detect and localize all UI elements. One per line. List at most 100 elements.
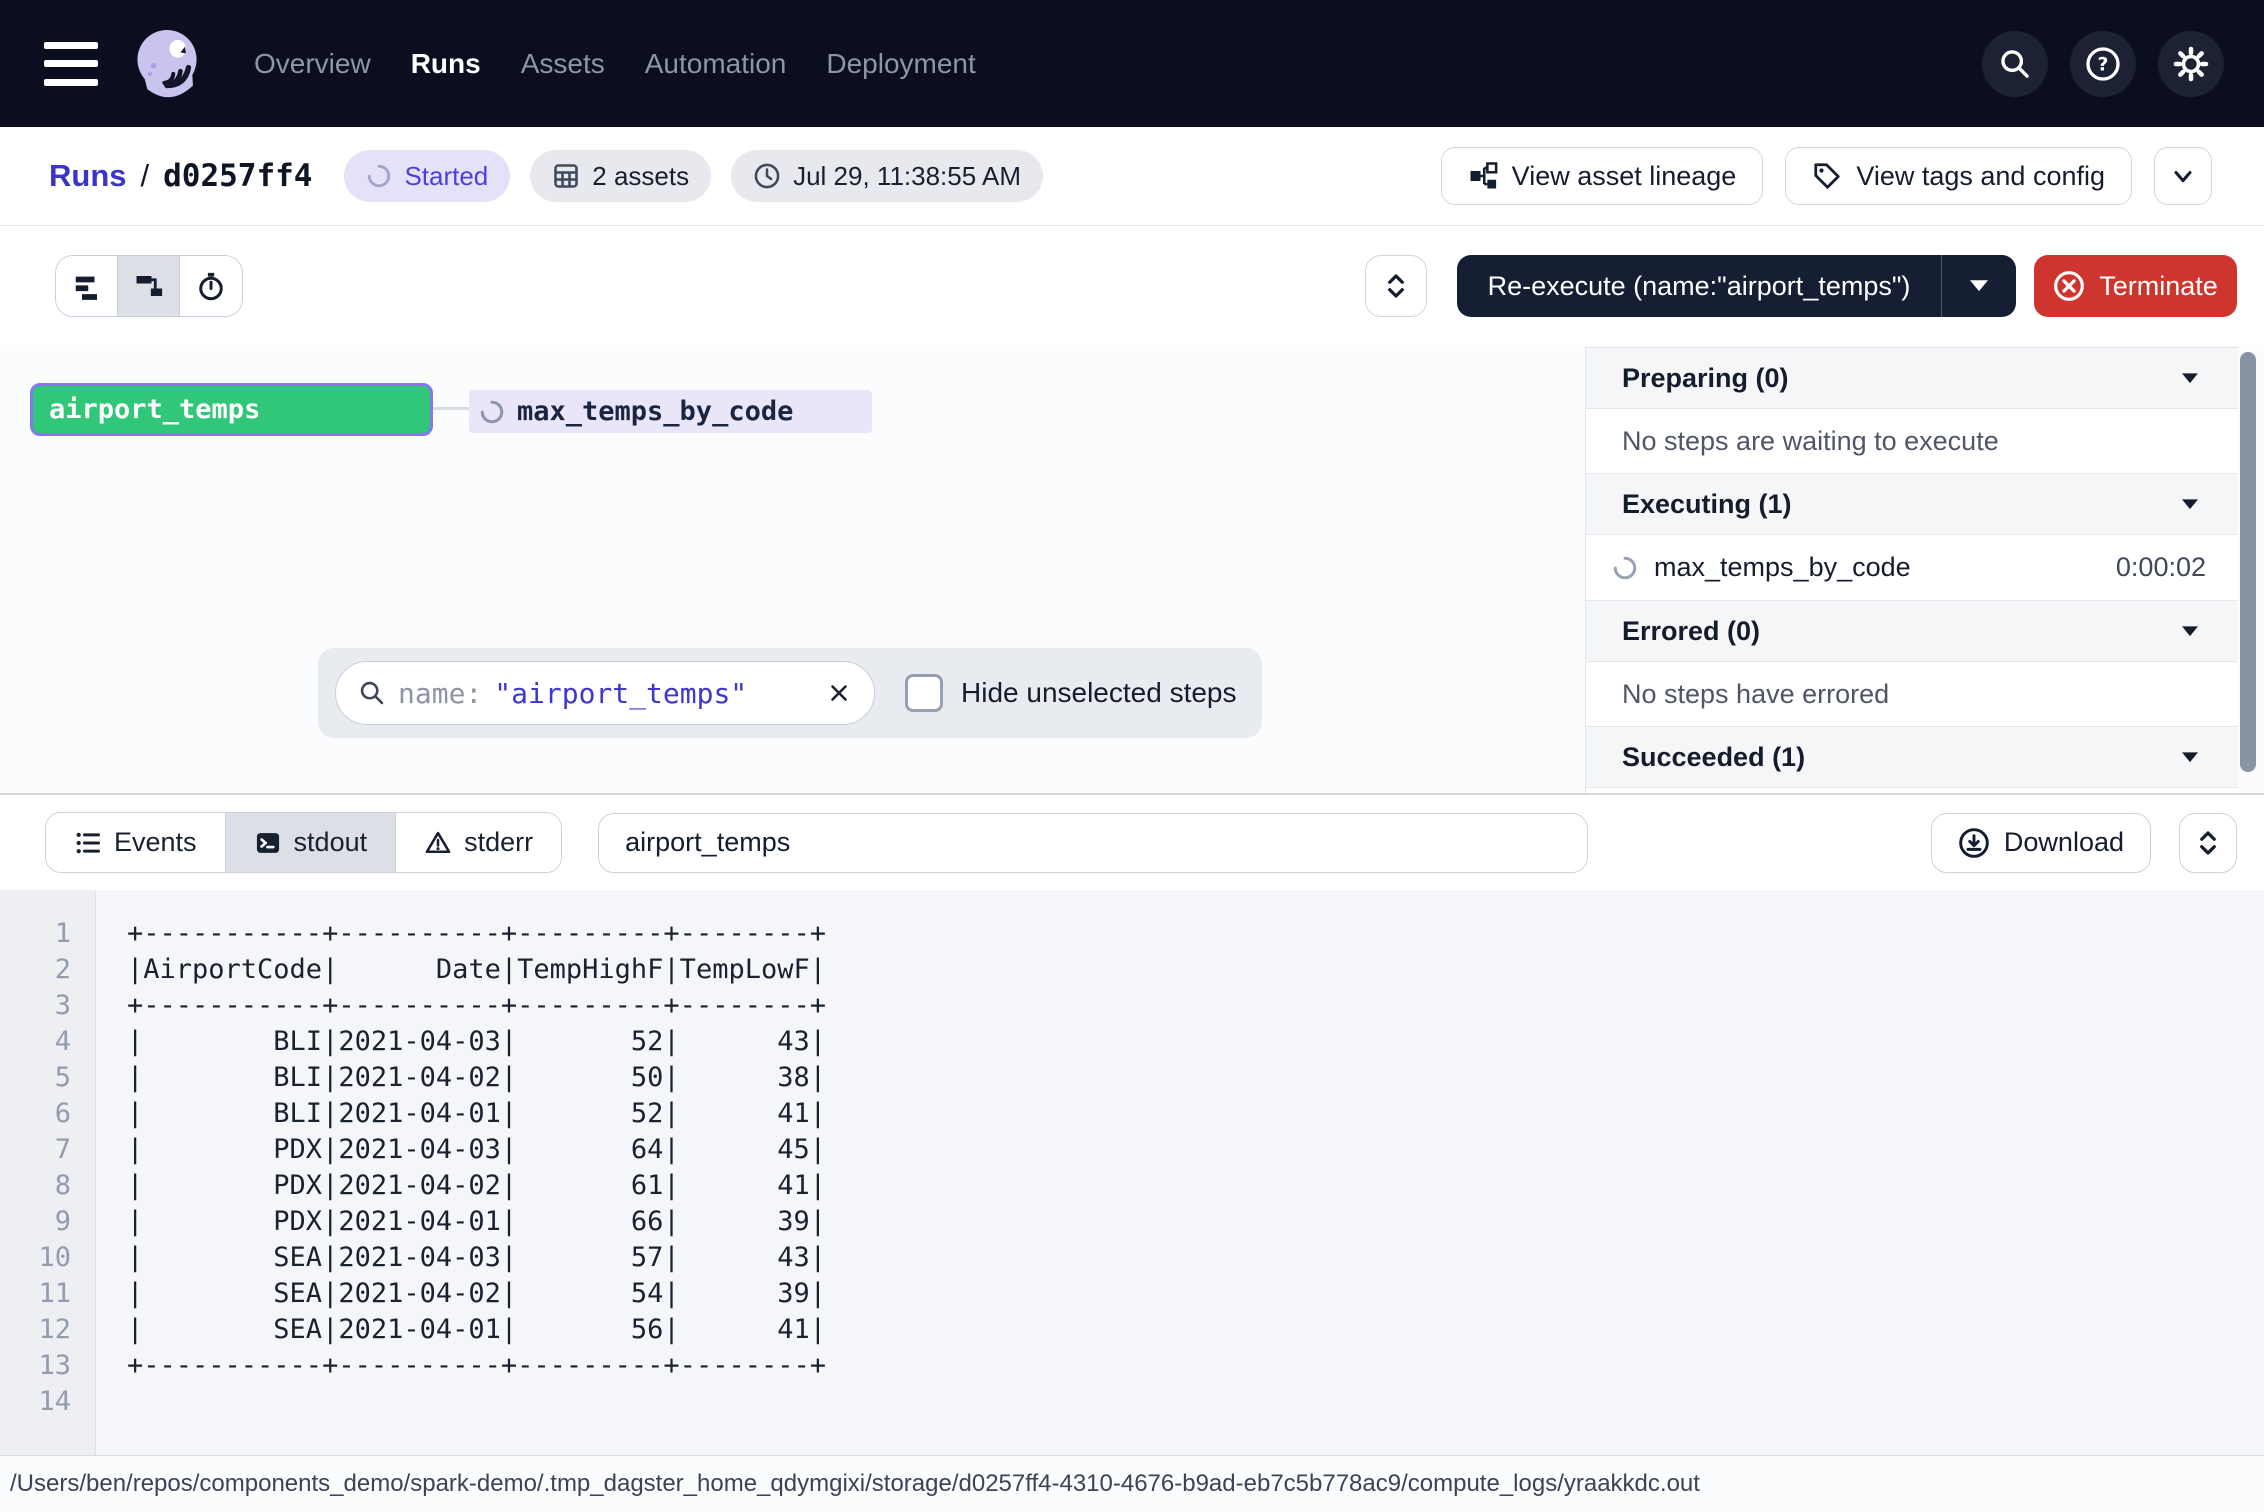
reexecute-button[interactable]: Re-execute (name:"airport_temps") <box>1457 255 2016 317</box>
search-button[interactable] <box>1982 31 2048 97</box>
list-icon <box>74 829 102 857</box>
log-line: 1+-----------+----------+---------+-----… <box>0 916 2264 952</box>
tab-stdout[interactable]: stdout <box>226 813 397 872</box>
section-preparing[interactable]: Preparing (0) <box>1586 348 2238 409</box>
hamburger-menu-icon[interactable] <box>44 42 102 86</box>
stdout-log-view[interactable]: 1+-----------+----------+---------+-----… <box>0 890 2264 1455</box>
nav-item-assets[interactable]: Assets <box>521 48 605 80</box>
graph-node-max-temps-by-code[interactable]: max_temps_by_code <box>469 390 872 433</box>
log-line: 6| BLI|2021-04-01| 52| 41| <box>0 1096 2264 1132</box>
view-asset-lineage-button[interactable]: View asset lineage <box>1441 147 1764 205</box>
search-icon <box>358 679 386 707</box>
step-filter-input[interactable]: name: "airport_temps" <box>335 661 875 725</box>
svg-text:?: ? <box>2098 54 2109 75</box>
caret-down-icon <box>1970 280 1988 292</box>
breadcrumb-runs-link[interactable]: Runs <box>49 158 127 194</box>
tag-icon <box>1812 161 1842 191</box>
nav-items: Overview Runs Assets Automation Deployme… <box>254 48 976 80</box>
caret-down-icon <box>2182 499 2198 510</box>
asset-grid-icon <box>552 162 580 190</box>
settings-button[interactable] <box>2158 31 2224 97</box>
close-icon <box>826 680 852 706</box>
nav-item-deployment[interactable]: Deployment <box>826 48 975 80</box>
chevron-down-icon <box>2169 162 2197 190</box>
log-line: 4| BLI|2021-04-03| 52| 43| <box>0 1024 2264 1060</box>
clock-icon <box>753 162 781 190</box>
steps-status-panel: Preparing (0) No steps are waiting to ex… <box>1585 347 2238 793</box>
warning-icon <box>424 829 452 857</box>
log-expand-button[interactable] <box>2179 813 2237 873</box>
nav-item-runs[interactable]: Runs <box>411 48 481 80</box>
log-tabs: Events stdout stderr <box>45 812 562 873</box>
top-nav: Overview Runs Assets Automation Deployme… <box>0 0 2264 127</box>
header-more-button[interactable] <box>2154 147 2212 205</box>
terminate-icon <box>2053 270 2085 302</box>
preparing-empty-text: No steps are waiting to execute <box>1586 409 2238 474</box>
nav-item-overview[interactable]: Overview <box>254 48 371 80</box>
search-icon <box>1998 47 2032 81</box>
view-tags-config-button[interactable]: View tags and config <box>1785 147 2132 205</box>
view-mode-waterfall-button[interactable] <box>118 256 180 316</box>
help-icon: ? <box>2085 46 2121 82</box>
terminate-button[interactable]: Terminate <box>2034 255 2237 317</box>
section-executing[interactable]: Executing (1) <box>1586 474 2238 535</box>
log-line: 5| BLI|2021-04-02| 50| 38| <box>0 1060 2264 1096</box>
hide-unselected-label: Hide unselected steps <box>961 677 1237 709</box>
section-succeeded[interactable]: Succeeded (1) <box>1586 727 2238 788</box>
log-line: 11| SEA|2021-04-02| 54| 39| <box>0 1276 2264 1312</box>
log-line: 8| PDX|2021-04-02| 61| 41| <box>0 1168 2264 1204</box>
log-line: 10| SEA|2021-04-03| 57| 43| <box>0 1240 2264 1276</box>
gear-icon <box>2173 46 2209 82</box>
assets-count-badge[interactable]: 2 assets <box>530 150 711 202</box>
timestamp-badge: Jul 29, 11:38:55 AM <box>731 150 1043 202</box>
stopwatch-icon <box>196 271 226 301</box>
reexecute-dropdown-button[interactable] <box>1942 280 2016 292</box>
hide-unselected-checkbox[interactable] <box>905 674 943 712</box>
expand-vertical-icon <box>1381 271 1411 301</box>
graph-node-airport-temps[interactable]: airport_temps <box>30 383 433 436</box>
log-line: 2|AirportCode| Date|TempHighF|TempLowF| <box>0 952 2264 988</box>
dagster-logo-icon[interactable] <box>124 21 210 107</box>
step-selector[interactable]: airport_temps <box>598 813 1588 873</box>
gantt-flat-icon <box>72 271 102 301</box>
graph-edge <box>433 407 469 410</box>
errored-empty-text: No steps have errored <box>1586 662 2238 727</box>
run-id: d0257ff4 <box>163 158 312 194</box>
log-file-path: /Users/ben/repos/components_demo/spark-d… <box>10 1470 1700 1498</box>
spinner-icon <box>479 399 505 425</box>
log-line: 14 <box>0 1384 2264 1420</box>
filter-prefix: name: <box>398 677 482 710</box>
log-line: 3+-----------+----------+---------+-----… <box>0 988 2264 1024</box>
status-badge: Started <box>344 150 510 202</box>
log-line: 12| SEA|2021-04-01| 56| 41| <box>0 1312 2264 1348</box>
log-line: 7| PDX|2021-04-03| 64| 45| <box>0 1132 2264 1168</box>
panel-scrollbar[interactable] <box>2240 352 2256 772</box>
clear-filter-button[interactable] <box>826 680 852 706</box>
help-button[interactable]: ? <box>2070 31 2136 97</box>
gantt-waterfall-icon <box>134 271 164 301</box>
elapsed-time: 0:00:02 <box>2116 552 2206 583</box>
executing-step-row[interactable]: max_temps_by_code 0:00:02 <box>1586 535 2238 601</box>
view-mode-switcher <box>55 255 243 317</box>
log-toolbar: Events stdout stderr airport_temps Downl… <box>0 795 2264 890</box>
step-filter-bar: name: "airport_temps" Hide unselected st… <box>318 648 1262 738</box>
view-mode-timer-button[interactable] <box>180 256 242 316</box>
tab-events[interactable]: Events <box>46 813 226 872</box>
caret-down-icon <box>2182 373 2198 384</box>
caret-down-icon <box>2182 626 2198 637</box>
zoom-fit-button[interactable] <box>1365 255 1427 317</box>
filter-value: "airport_temps" <box>494 677 747 710</box>
log-line: 9| PDX|2021-04-01| 66| 39| <box>0 1204 2264 1240</box>
spinner-icon <box>1612 555 1638 581</box>
section-errored[interactable]: Errored (0) <box>1586 601 2238 662</box>
caret-down-icon <box>2182 752 2198 763</box>
spinner-icon <box>366 163 392 189</box>
terminal-icon <box>254 829 282 857</box>
download-icon <box>1958 827 1990 859</box>
tab-stderr[interactable]: stderr <box>396 813 561 872</box>
view-mode-flat-button[interactable] <box>56 256 118 316</box>
nav-item-automation[interactable]: Automation <box>645 48 787 80</box>
breadcrumb-separator: / <box>141 158 150 194</box>
download-button[interactable]: Download <box>1931 813 2151 873</box>
run-toolbar: Re-execute (name:"airport_temps") Termin… <box>0 227 2264 345</box>
